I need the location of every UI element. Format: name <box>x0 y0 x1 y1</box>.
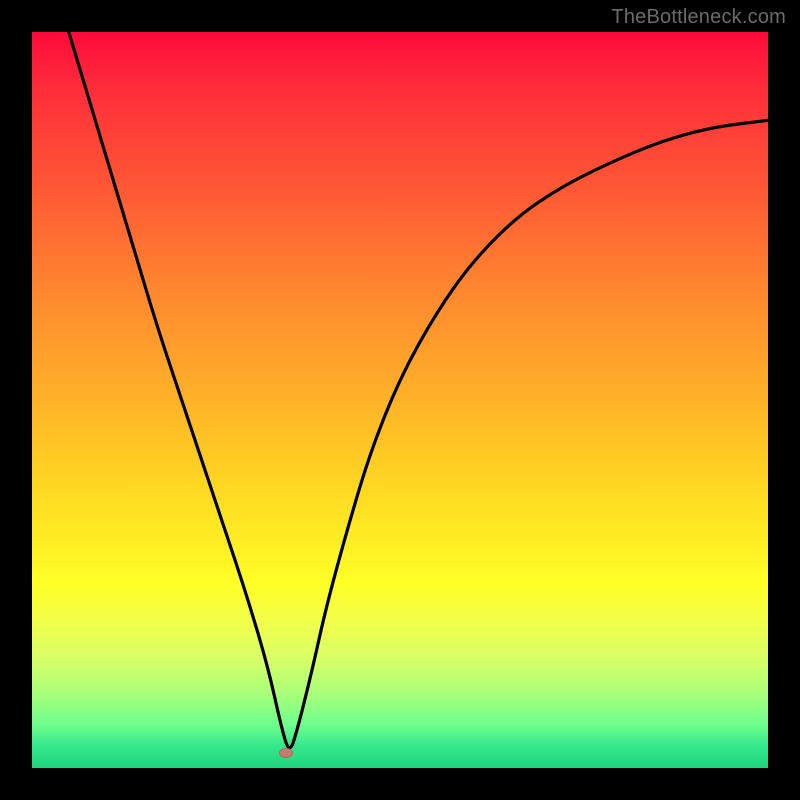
bottleneck-curve <box>32 32 768 768</box>
plot-area <box>32 32 768 768</box>
chart-frame: TheBottleneck.com <box>0 0 800 800</box>
watermark-text: TheBottleneck.com <box>611 6 786 29</box>
optimum-marker <box>279 748 293 758</box>
